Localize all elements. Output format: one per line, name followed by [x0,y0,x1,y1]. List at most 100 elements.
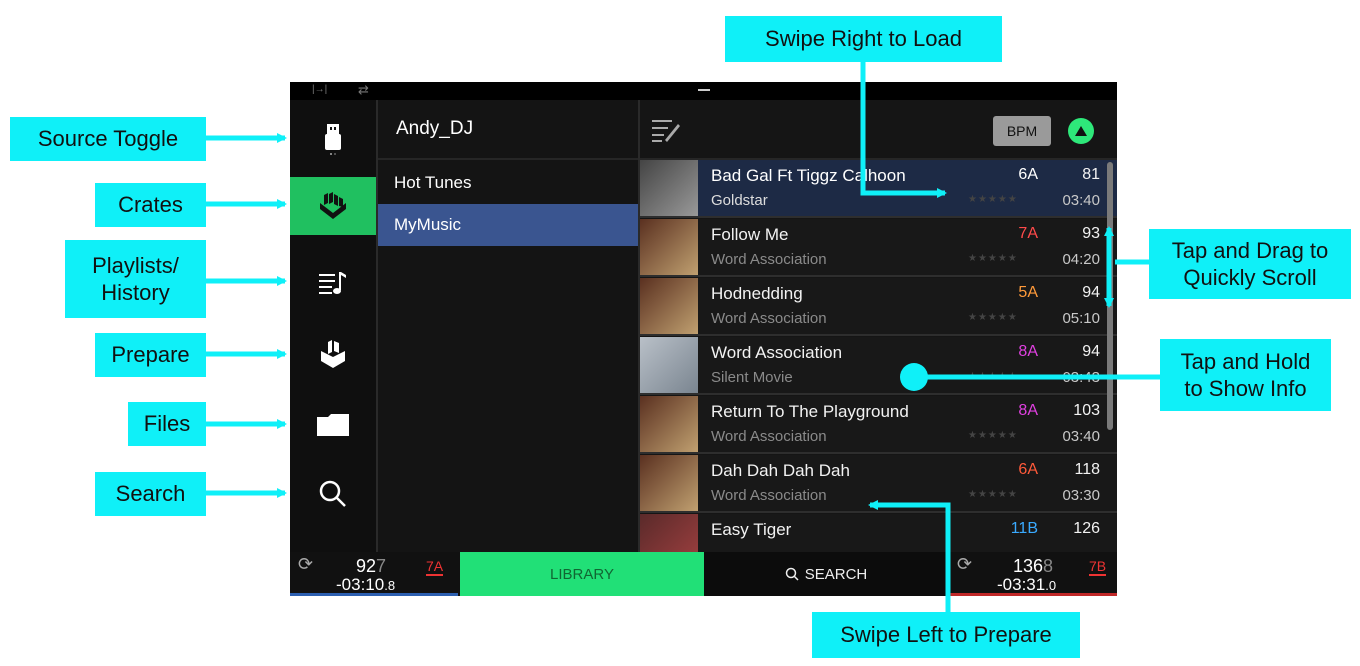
crate-item-hot-tunes[interactable]: Hot Tunes [378,162,638,204]
track-artist: Word Association [711,251,827,268]
track-rating: ★★★★★ [968,312,1018,323]
track-list-panel: BPM Bad Gal Ft Tiggz Calhoon Goldstar 6A 81… [640,100,1117,572]
track-rating: ★★★★★ [968,194,1018,205]
album-art [640,160,698,216]
callout-prepare: Prepare [95,333,206,377]
sync-icon[interactable]: ⟳ [298,554,313,575]
search-tab-button[interactable]: SEARCH [704,552,948,596]
track-title: Dah Dah Dah Dah [711,461,850,480]
track-key: 8A [1018,402,1038,419]
track-rating: ★★★★★ [968,489,1018,500]
deck-right-bpm: 1368 [1013,556,1053,577]
deck-left-bpm-main: 92 [356,556,377,576]
callout-files: Files [128,402,206,446]
playlists-history-button[interactable] [290,254,376,312]
track-rating: ★★★★★ [968,253,1018,264]
deck-left-bpm-decimal: 7 [376,556,387,576]
deck-left-time: -03:10.8 [336,575,395,595]
track-key: 6A [1018,461,1038,478]
crate-item-mymusic[interactable]: MyMusic [378,204,638,246]
bpm-sort-button[interactable]: BPM [993,116,1051,146]
album-art [640,396,698,452]
drag-handle[interactable] [698,89,710,91]
edit-list-icon[interactable] [652,118,680,142]
track-row[interactable]: Return To The Playground Word Association… [640,396,1117,454]
track-rating: ★★★★★ [968,430,1018,441]
deck-left-key: 7A [426,558,444,576]
track-key: 5A [1018,284,1038,301]
track-title: Bad Gal Ft Tiggz Calhoon [711,166,906,185]
sort-direction-button[interactable] [1068,118,1094,144]
usb-drive-icon [325,124,341,155]
deck-right-bpm-main: 136 [1013,556,1044,576]
track-row[interactable]: Follow Me Word Association 7A 93 ★★★★★ 04:20 [640,219,1117,277]
track-bpm: 94 [1082,343,1100,360]
callout-tap-hold-line2: to Show Info [1184,376,1307,401]
prime-device-screen: |→| ⇄ Andy_DJ Hot Tunes MyMusic BPM Bad … [290,82,1117,596]
callout-tap-drag: Tap and Drag to Quickly Scroll [1149,229,1351,299]
callout-tap-hold: Tap and Hold to Show Info [1160,339,1331,411]
track-row[interactable]: Bad Gal Ft Tiggz Calhoon Goldstar 6A 81 ★★★★… [640,160,1117,218]
track-time: 03:43 [1062,369,1100,386]
callout-search: Search [95,472,206,516]
track-row[interactable]: Hodnedding Word Association 5A 94 ★★★★★ 05:10 [640,278,1117,336]
search-icon [785,567,799,581]
track-title: Word Association [711,343,843,362]
deck-right-bpm-decimal: 8 [1043,556,1054,576]
callout-tap-drag-line2: Quickly Scroll [1183,265,1317,290]
crates-header: Andy_DJ [378,100,638,160]
track-artist: Word Association [711,428,827,445]
sync-icon[interactable]: ⟳ [957,554,972,575]
sort-up-icon [1075,126,1087,136]
track-time: 03:30 [1062,487,1100,504]
search-icon [319,480,346,507]
track-artist: Goldstar [711,192,768,209]
track-list-header: BPM [640,100,1117,160]
callout-playlists-line2: History [101,280,170,305]
prepare-box-icon [321,340,345,368]
crates-button[interactable] [290,177,376,235]
callout-source-toggle: Source Toggle [10,117,206,161]
track-key: 8A [1018,343,1038,360]
album-art [640,278,698,334]
deck-right-time-main: -03:31 [997,575,1046,594]
folder-icon [317,414,349,436]
library-button[interactable]: LIBRARY [460,552,704,596]
track-list-scrollbar[interactable] [1107,162,1113,430]
track-key: 7A [1018,225,1038,242]
track-bpm: 94 [1082,284,1100,301]
deck-left-bpm: 927 [356,556,386,577]
track-row[interactable]: Dah Dah Dah Dah Word Association 6A 118 ★★★★… [640,455,1117,513]
callout-tap-hold-line1: Tap and Hold [1180,348,1311,374]
track-time: 03:40 [1062,192,1100,209]
crates-panel: Andy_DJ Hot Tunes MyMusic [378,100,640,552]
prepare-button[interactable] [290,325,376,383]
files-button[interactable] [290,396,376,454]
crates-icon [320,192,346,219]
track-key: 11B [1010,520,1038,537]
track-artist: Word Association [711,487,827,504]
callout-playlists-history: Playlists/ History [65,240,206,318]
source-toggle-button[interactable] [290,110,376,168]
track-bpm: 118 [1074,461,1100,478]
deck-right-info: ⟳ 1368 7B -03:31.0 [949,552,1117,596]
album-art [640,455,698,511]
deck-left-time-decimal: .8 [384,578,396,593]
deck-left-progress [290,593,458,596]
callout-swipe-right: Swipe Right to Load [725,16,1002,62]
track-row[interactable]: Word Association Silent Movie 8A 94 ★★★★★ 03:… [640,337,1117,395]
deck-right-time: -03:31.0 [997,575,1056,595]
deck-right-progress [949,593,1117,596]
track-artist: Silent Movie [711,369,793,386]
track-time: 04:20 [1062,251,1100,268]
search-button[interactable] [290,465,376,523]
top-status-bar: |→| ⇄ [290,82,1117,100]
track-title: Hodnedding [711,284,803,303]
track-title: Return To The Playground [711,402,909,421]
source-sidebar [290,100,378,552]
track-bpm: 81 [1082,166,1100,183]
track-time: 03:40 [1062,428,1100,445]
deck-left-time-main: -03:10 [336,575,385,594]
track-bpm: 126 [1073,520,1100,537]
repeat-icon: ⇄ [358,82,369,97]
